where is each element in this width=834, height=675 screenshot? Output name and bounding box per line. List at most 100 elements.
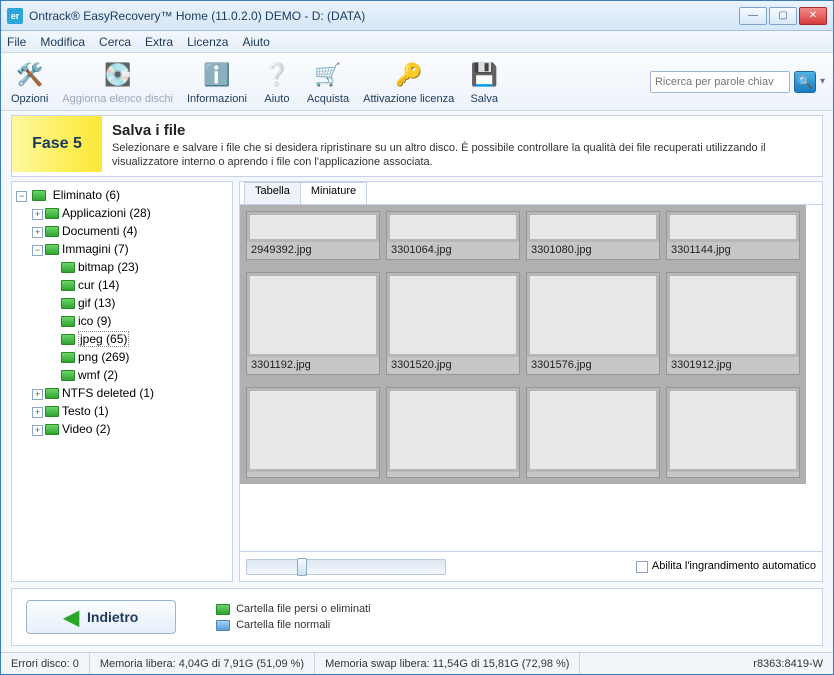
tree-gif[interactable]: gif (13) xyxy=(48,294,228,312)
thumbnail[interactable]: 3301080.jpg xyxy=(526,211,660,260)
toolbar-informazioni[interactable]: ℹ️ Informazioni xyxy=(185,57,249,107)
thumbnail-scroll[interactable]: 2949392.jpg 3301064.jpg 3301080.jpg 3301… xyxy=(240,205,822,551)
folder-icon xyxy=(216,620,230,631)
toolbar-aggiorna[interactable]: 💽 Aggiorna elenco dischi xyxy=(60,57,175,107)
collapse-icon[interactable]: − xyxy=(32,245,43,256)
menu-cerca[interactable]: Cerca xyxy=(99,35,131,49)
tree-png[interactable]: png (269) xyxy=(48,348,228,366)
phase-text: Salva i file Selezionare e salvare i fil… xyxy=(102,116,822,176)
tree-bitmap[interactable]: bitmap (23) xyxy=(48,258,228,276)
folder-icon xyxy=(45,388,59,399)
tree-jpeg[interactable]: jpeg (65) xyxy=(48,330,228,348)
tree-wmf[interactable]: wmf (2) xyxy=(48,366,228,384)
toolbar-salva[interactable]: 💾 Salva xyxy=(466,57,502,107)
thumbnail[interactable]: 2949392.jpg xyxy=(246,211,380,260)
thumbnail-image xyxy=(670,215,796,239)
tree-root-label: Eliminato (6) xyxy=(53,188,120,202)
thumbnail-image xyxy=(530,276,656,354)
tree-item-label: Video (2) xyxy=(62,422,110,436)
tree-cur[interactable]: cur (14) xyxy=(48,276,228,294)
thumbnail[interactable]: 3301192.jpg xyxy=(246,272,380,375)
thumbnail[interactable] xyxy=(386,387,520,478)
thumbnail[interactable] xyxy=(246,387,380,478)
collapse-icon[interactable]: − xyxy=(16,191,27,202)
thumbnail[interactable]: 3301520.jpg xyxy=(386,272,520,375)
expand-icon[interactable]: + xyxy=(32,227,43,238)
search-button[interactable]: 🔍 xyxy=(794,71,816,93)
tab-miniature[interactable]: Miniature xyxy=(300,182,367,204)
tree-panel[interactable]: − Eliminato (6) +Applicazioni (28) +Docu… xyxy=(11,181,233,582)
toolbar-attivazione-label: Attivazione licenza xyxy=(363,93,454,105)
search-dropdown-icon[interactable]: ▾ xyxy=(820,76,825,87)
toolbar-attivazione[interactable]: 🔑 Attivazione licenza xyxy=(361,57,456,107)
thumbnail-caption xyxy=(667,472,799,477)
thumbnail[interactable]: 3301576.jpg xyxy=(526,272,660,375)
tree-video[interactable]: + Video (2) xyxy=(32,420,228,438)
tree-item-label: Testo (1) xyxy=(62,404,109,418)
thumbnail-caption: 3301912.jpg xyxy=(667,357,799,374)
menu-aiuto[interactable]: Aiuto xyxy=(242,35,269,49)
folder-icon xyxy=(45,424,59,435)
back-button[interactable]: ◀ Indietro xyxy=(26,600,176,634)
thumbnail[interactable]: 3301144.jpg xyxy=(666,211,800,260)
tree-applicazioni[interactable]: +Applicazioni (28) xyxy=(32,204,228,222)
toolbar-aiuto-label: Aiuto xyxy=(264,93,289,105)
search-input[interactable] xyxy=(650,71,790,93)
thumbnail-image xyxy=(250,215,376,239)
thumbnail-caption: 3301080.jpg xyxy=(527,242,659,259)
toolbar-aiuto[interactable]: ❔ Aiuto xyxy=(259,57,295,107)
app-icon: er xyxy=(7,8,23,24)
slider-handle[interactable] xyxy=(297,558,307,576)
key-icon: 🔑 xyxy=(393,59,425,91)
tree-documenti[interactable]: +Documenti (4) xyxy=(32,222,228,240)
expand-icon[interactable]: + xyxy=(32,425,43,436)
info-icon: ℹ️ xyxy=(201,59,233,91)
close-button[interactable]: ✕ xyxy=(799,7,827,25)
thumbnail-caption: 3301192.jpg xyxy=(247,357,379,374)
tree-immagini[interactable]: −Immagini (7) bitmap (23) cur (14) gif (… xyxy=(32,240,228,384)
thumbnail-image xyxy=(250,391,376,469)
thumbnail-image xyxy=(670,276,796,354)
tree-item-label: NTFS deleted (1) xyxy=(62,386,154,400)
tree-ntfs[interactable]: + NTFS deleted (1) xyxy=(32,384,228,402)
zoom-slider[interactable] xyxy=(246,559,446,575)
folder-icon xyxy=(216,604,230,615)
title-bar: er Ontrack® EasyRecovery™ Home (11.0.2.0… xyxy=(1,1,833,31)
maximize-button[interactable]: ▢ xyxy=(769,7,797,25)
menu-extra[interactable]: Extra xyxy=(145,35,173,49)
folder-icon xyxy=(45,226,59,237)
phase-panel: Fase 5 Salva i file Selezionare e salvar… xyxy=(11,115,823,177)
expand-icon[interactable]: + xyxy=(32,407,43,418)
thumbnail[interactable]: 3301912.jpg xyxy=(666,272,800,375)
content-panel: Tabella Miniature 2949392.jpg 3301064.jp… xyxy=(239,181,823,582)
menu-file[interactable]: File xyxy=(7,35,26,49)
tree-ico[interactable]: ico (9) xyxy=(48,312,228,330)
thumbnail[interactable] xyxy=(666,387,800,478)
auto-zoom-label: Abilita l'ingrandimento automatico xyxy=(652,560,816,572)
thumbnail-caption xyxy=(387,472,519,477)
auto-zoom-checkbox[interactable]: Abilita l'ingrandimento automatico xyxy=(636,560,816,572)
menu-modifica[interactable]: Modifica xyxy=(40,35,85,49)
tree-item-label: wmf (2) xyxy=(78,368,118,382)
toolbar-opzioni[interactable]: 🛠️ Opzioni xyxy=(9,57,50,107)
menu-licenza[interactable]: Licenza xyxy=(187,35,228,49)
tree-item-label: bitmap (23) xyxy=(78,260,139,274)
checkbox-icon xyxy=(636,561,648,573)
toolbar-acquista[interactable]: 🛒 Acquista xyxy=(305,57,351,107)
toolbar: 🛠️ Opzioni 💽 Aggiorna elenco dischi ℹ️ I… xyxy=(1,53,833,111)
thumbnail[interactable] xyxy=(526,387,660,478)
minimize-button[interactable]: — xyxy=(739,7,767,25)
thumbnail[interactable]: 3301064.jpg xyxy=(386,211,520,260)
expand-icon[interactable]: + xyxy=(32,389,43,400)
floppy-icon: 💾 xyxy=(468,59,500,91)
tree-testo[interactable]: + Testo (1) xyxy=(32,402,228,420)
tab-tabella[interactable]: Tabella xyxy=(244,182,301,204)
toolbar-informazioni-label: Informazioni xyxy=(187,93,247,105)
tree-root[interactable]: − Eliminato (6) +Applicazioni (28) +Docu… xyxy=(16,186,228,438)
phase-heading: Salva i file xyxy=(112,122,812,139)
thumbnail-caption: 3301064.jpg xyxy=(387,242,519,259)
thumbnail-image xyxy=(530,215,656,239)
thumbnail-caption: 3301144.jpg xyxy=(667,242,799,259)
folder-icon xyxy=(61,316,75,327)
expand-icon[interactable]: + xyxy=(32,209,43,220)
